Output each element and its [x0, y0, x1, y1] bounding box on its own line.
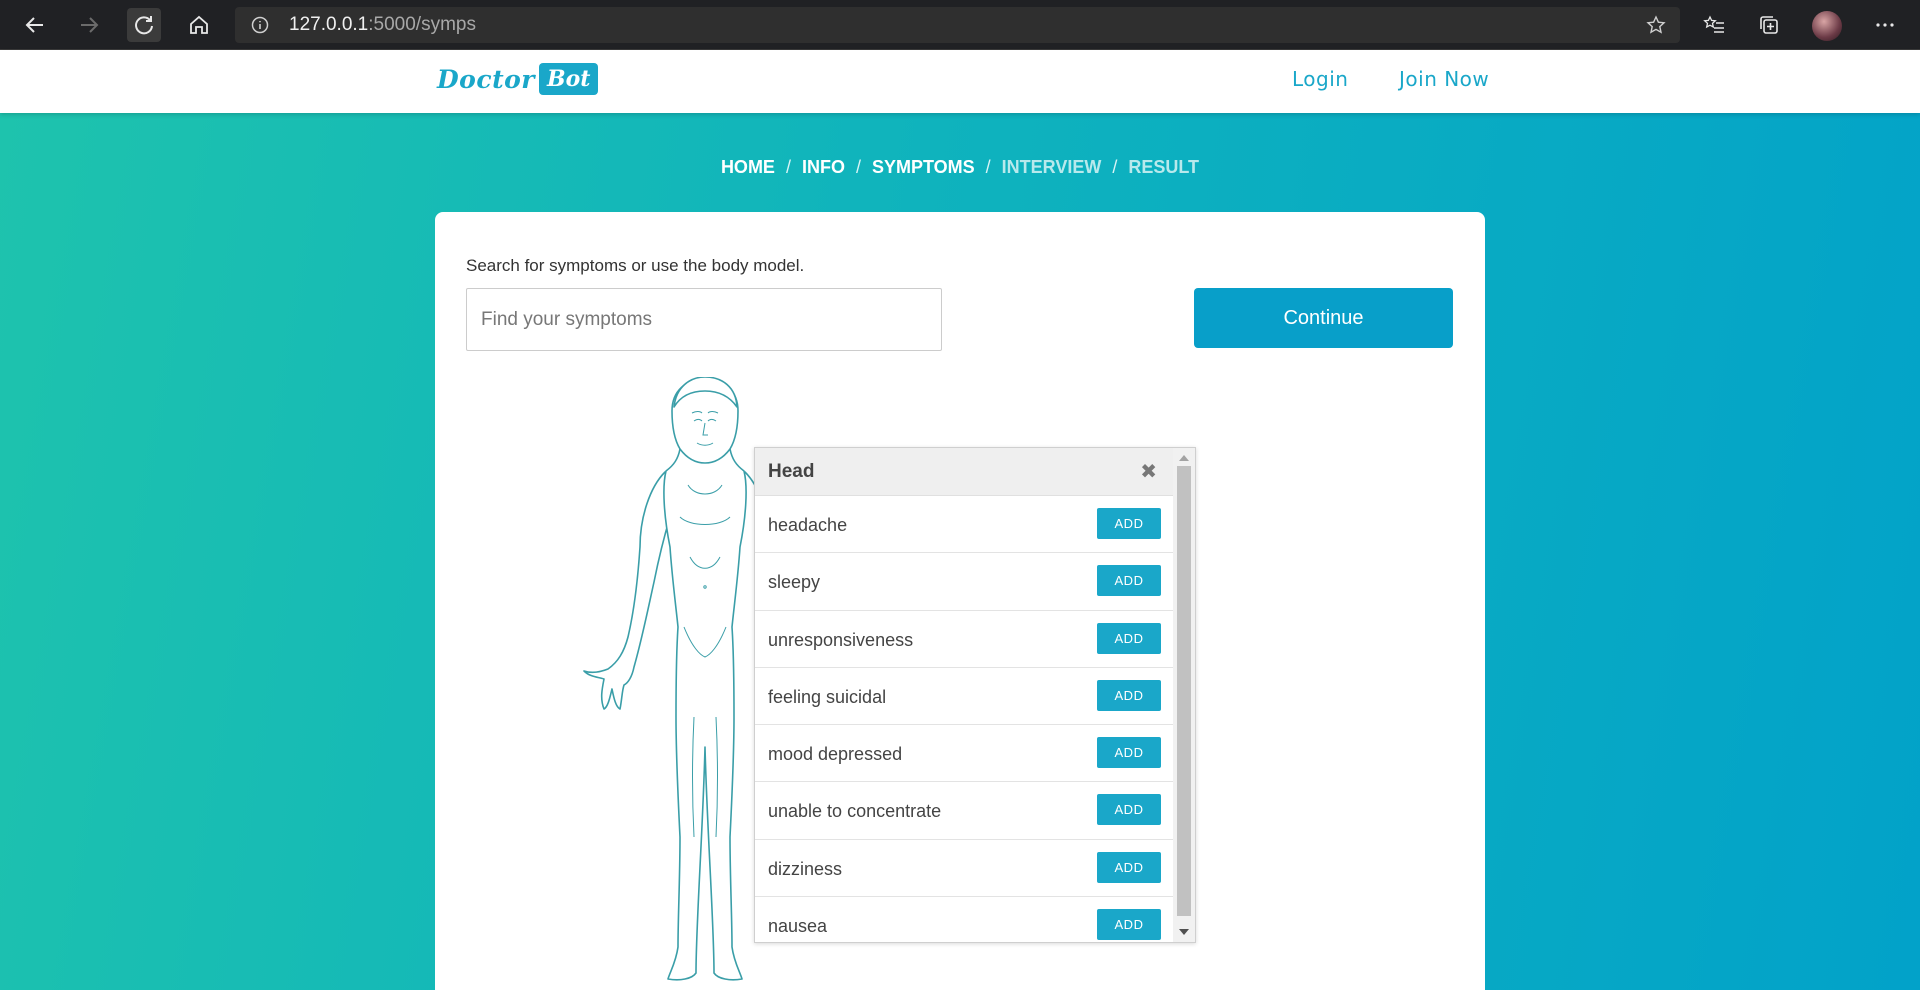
add-symptom-button[interactable]: ADD — [1097, 565, 1161, 597]
list-item: unable to concentrate ADD — [755, 782, 1173, 840]
add-symptom-button[interactable]: ADD — [1097, 909, 1161, 941]
address-bar[interactable]: 127.0.0.1:5000/symps — [235, 7, 1680, 43]
popup-scrollbar[interactable] — [1173, 448, 1195, 942]
login-link[interactable]: Login — [1292, 67, 1348, 91]
breadcrumb-separator: / — [1112, 157, 1118, 177]
breadcrumb-separator: / — [785, 157, 791, 177]
symptom-name: sleepy — [768, 572, 821, 593]
symptom-popup: Head ✖ headache ADD sleepy ADD unrespons… — [754, 447, 1196, 943]
collections-icon[interactable] — [1752, 8, 1786, 42]
favorite-star-icon[interactable] — [1646, 15, 1666, 35]
breadcrumb-symptoms[interactable]: SYMPTOMS — [872, 157, 975, 178]
symptom-name: unresponsiveness — [768, 629, 914, 650]
symptom-name: unable to concentrate — [768, 801, 942, 822]
symptom-list: headache ADD sleepy ADD unresponsiveness… — [755, 496, 1173, 942]
list-item: mood depressed ADD — [755, 725, 1173, 783]
breadcrumb-separator: / — [985, 157, 991, 177]
list-item: feeling suicidal ADD — [755, 668, 1173, 726]
profile-avatar[interactable] — [1812, 11, 1842, 41]
forward-arrow-icon[interactable] — [72, 8, 106, 42]
symptom-name: mood depressed — [768, 744, 903, 765]
popup-header: Head ✖ — [755, 448, 1173, 496]
add-symptom-button[interactable]: ADD — [1097, 679, 1161, 711]
site-header: Doctor Bot Login Join Now — [0, 50, 1920, 113]
symptom-name: dizziness — [768, 858, 843, 879]
add-symptom-button[interactable]: ADD — [1097, 508, 1161, 539]
refresh-icon[interactable] — [127, 8, 161, 42]
logo-text-bot: Bot — [538, 63, 599, 95]
add-symptom-button[interactable]: ADD — [1097, 622, 1161, 654]
symptom-name: nausea — [768, 916, 828, 937]
breadcrumb: HOME / INFO / SYMPTOMS / INTERVIEW / RESULT — [0, 157, 1920, 178]
breadcrumb-interview: INTERVIEW — [1001, 157, 1102, 177]
back-arrow-icon[interactable] — [18, 8, 52, 42]
list-item: dizziness ADD — [755, 840, 1173, 898]
list-item: headache ADD — [755, 496, 1173, 554]
list-item: sleepy ADD — [755, 553, 1173, 611]
add-symptom-button[interactable]: ADD — [1097, 794, 1161, 826]
popup-title: Head — [768, 461, 815, 482]
scroll-down-icon[interactable] — [1179, 929, 1189, 935]
breadcrumb-separator: / — [855, 157, 861, 177]
symptom-name: headache — [768, 515, 848, 535]
list-item: unresponsiveness ADD — [755, 611, 1173, 668]
add-symptom-button[interactable]: ADD — [1097, 851, 1161, 883]
continue-button[interactable]: Continue — [1194, 288, 1453, 348]
breadcrumb-home[interactable]: HOME — [721, 157, 775, 178]
info-icon[interactable] — [251, 16, 269, 34]
breadcrumb-info[interactable]: INFO — [802, 157, 845, 178]
list-item: nausea ADD — [755, 897, 1173, 942]
join-now-link[interactable]: Join Now — [1399, 67, 1489, 91]
browser-toolbar: 127.0.0.1:5000/symps — [0, 0, 1920, 50]
url-text: 127.0.0.1:5000/symps — [289, 14, 476, 35]
doctor-bot-logo[interactable]: Doctor Bot — [437, 63, 599, 95]
symptom-search-input[interactable] — [466, 288, 942, 351]
favorites-list-icon[interactable] — [1697, 8, 1731, 42]
symptom-name: feeling suicidal — [768, 686, 887, 707]
body-torso — [663, 448, 747, 981]
body-left-arm — [583, 471, 671, 710]
more-icon[interactable] — [1868, 8, 1902, 42]
home-icon[interactable] — [182, 8, 216, 42]
close-icon[interactable]: ✖ — [1140, 459, 1157, 484]
logo-text-doctor: Doctor — [437, 64, 535, 94]
scroll-thumb[interactable] — [1177, 466, 1191, 916]
breadcrumb-result: RESULT — [1128, 157, 1200, 177]
add-symptom-button[interactable]: ADD — [1097, 737, 1161, 769]
search-hint: Search for symptoms or use the body mode… — [466, 256, 805, 275]
scroll-up-icon[interactable] — [1179, 455, 1189, 461]
